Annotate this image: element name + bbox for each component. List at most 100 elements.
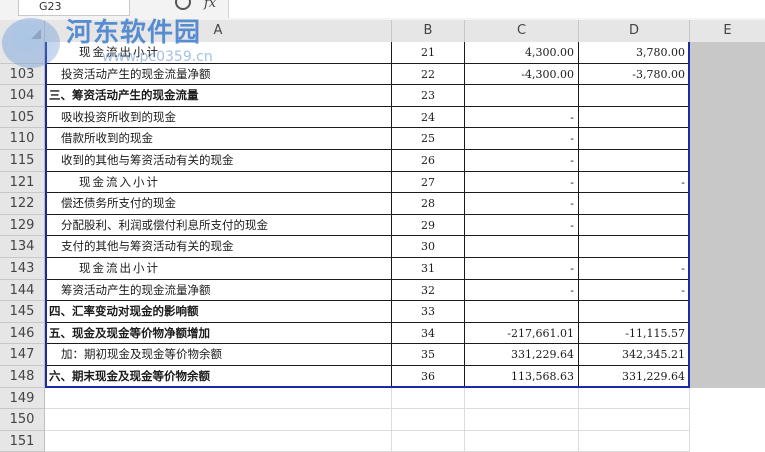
column-header-b[interactable]: B: [392, 20, 465, 42]
cell-empty[interactable]: [392, 409, 465, 431]
cell-current-amount[interactable]: [465, 85, 579, 107]
row-header[interactable]: 115: [0, 150, 45, 172]
cell-item[interactable]: 六、期末现金及现金等价物余额: [45, 366, 392, 388]
cell-prior-amount[interactable]: [579, 85, 690, 107]
cell-prior-amount[interactable]: [579, 236, 690, 258]
cell-e[interactable]: [690, 301, 765, 323]
cell-line-no[interactable]: 29: [392, 214, 465, 237]
cell-line-no[interactable]: 24: [392, 106, 465, 129]
cell-empty[interactable]: [465, 387, 579, 410]
cell-line-no[interactable]: 36: [392, 366, 465, 388]
cell-e[interactable]: [690, 150, 765, 172]
cell-e[interactable]: [690, 63, 765, 86]
cell-current-amount[interactable]: -: [465, 258, 579, 280]
cell-line-no[interactable]: 34: [392, 322, 465, 345]
cell-e[interactable]: [690, 366, 765, 388]
cell-e[interactable]: [690, 258, 765, 280]
cell-current-amount[interactable]: -: [465, 279, 579, 302]
cell-empty[interactable]: [690, 409, 765, 431]
cell-current-amount[interactable]: -: [465, 106, 579, 129]
cell-empty[interactable]: [690, 430, 765, 452]
column-header-d[interactable]: D: [579, 20, 690, 42]
cell-item[interactable]: 投资活动产生的现金流量净额: [45, 63, 392, 86]
cell-empty[interactable]: [392, 387, 465, 410]
cell-prior-amount[interactable]: -3,780.00: [579, 63, 690, 86]
row-header[interactable]: 105: [0, 106, 45, 129]
cell-empty[interactable]: [45, 409, 392, 431]
search-icon[interactable]: [175, 0, 191, 10]
cell-empty[interactable]: [579, 430, 690, 452]
row-header[interactable]: 151: [0, 430, 45, 452]
cell-e[interactable]: [690, 42, 765, 64]
row-header[interactable]: 145: [0, 301, 45, 323]
row-header[interactable]: 143: [0, 258, 45, 280]
row-header[interactable]: 150: [0, 409, 45, 431]
row-header[interactable]: 122: [0, 193, 45, 215]
cell-prior-amount[interactable]: -: [579, 171, 690, 194]
cell-current-amount[interactable]: -: [465, 150, 579, 172]
cell-empty[interactable]: [579, 409, 690, 431]
cell-e[interactable]: [690, 171, 765, 194]
cell-current-amount[interactable]: [465, 301, 579, 323]
cell-item[interactable]: 三、筹资活动产生的现金流量: [45, 85, 392, 107]
cell-item[interactable]: 加：期初现金及现金等价物余额: [45, 344, 392, 366]
cell-item[interactable]: 四、汇率变动对现金的影响额: [45, 301, 392, 323]
cell-line-no[interactable]: 30: [392, 236, 465, 258]
column-header-e[interactable]: E: [690, 20, 765, 42]
cell-current-amount[interactable]: -: [465, 171, 579, 194]
cell-line-no[interactable]: 31: [392, 258, 465, 280]
cell-current-amount[interactable]: -217,661.01: [465, 322, 579, 345]
cell-prior-amount[interactable]: [579, 128, 690, 150]
cell-prior-amount[interactable]: [579, 193, 690, 215]
row-header[interactable]: 144: [0, 279, 45, 302]
cell-prior-amount[interactable]: [579, 214, 690, 237]
row-header[interactable]: 149: [0, 387, 45, 410]
cell-empty[interactable]: [45, 430, 392, 452]
cell-empty[interactable]: [579, 387, 690, 410]
cell-line-no[interactable]: 32: [392, 279, 465, 302]
cell-line-no[interactable]: 23: [392, 85, 465, 107]
cell-item[interactable]: 支付的其他与筹资活动有关的现金: [45, 236, 392, 258]
cell-e[interactable]: [690, 236, 765, 258]
formula-input[interactable]: [228, 0, 765, 18]
cell-prior-amount[interactable]: -11,115.57: [579, 322, 690, 345]
cell-line-no[interactable]: 27: [392, 171, 465, 194]
row-header[interactable]: 103: [0, 63, 45, 86]
cell-item[interactable]: 五、现金及现金等价物净额增加: [45, 322, 392, 345]
row-header[interactable]: 146: [0, 322, 45, 345]
cell-item[interactable]: 现金流入小计: [45, 171, 392, 194]
cell-item[interactable]: 收到的其他与筹资活动有关的现金: [45, 150, 392, 172]
cell-line-no[interactable]: 28: [392, 193, 465, 215]
cell-item[interactable]: 偿还债务所支付的现金: [45, 193, 392, 215]
cell-line-no[interactable]: 26: [392, 150, 465, 172]
cell-e[interactable]: [690, 128, 765, 150]
cell-prior-amount[interactable]: 331,229.64: [579, 366, 690, 388]
cell-current-amount[interactable]: -: [465, 128, 579, 150]
cell-prior-amount[interactable]: [579, 150, 690, 172]
cell-line-no[interactable]: 22: [392, 63, 465, 86]
fx-label[interactable]: fx: [204, 0, 216, 11]
cell-e[interactable]: [690, 193, 765, 215]
cell-item[interactable]: 借款所收到的现金: [45, 128, 392, 150]
cell-prior-amount[interactable]: -: [579, 258, 690, 280]
cell-prior-amount[interactable]: 342,345.21: [579, 344, 690, 366]
cell-e[interactable]: [690, 279, 765, 302]
cell-item[interactable]: 筹资活动产生的现金流量净额: [45, 279, 392, 302]
cell-item[interactable]: 分配股利、利润或偿付利息所支付的现金: [45, 214, 392, 237]
cell-current-amount[interactable]: [465, 236, 579, 258]
cell-line-no[interactable]: 33: [392, 301, 465, 323]
cell-item[interactable]: 现金流出小计: [45, 258, 392, 280]
cell-empty[interactable]: [45, 387, 392, 410]
cell-prior-amount[interactable]: [579, 106, 690, 129]
cell-empty[interactable]: [465, 430, 579, 452]
row-header[interactable]: 110: [0, 128, 45, 150]
cell-prior-amount[interactable]: -: [579, 279, 690, 302]
cell-current-amount[interactable]: -4,300.00: [465, 63, 579, 86]
cell-item[interactable]: 吸收投资所收到的现金: [45, 106, 392, 129]
cell-e[interactable]: [690, 322, 765, 345]
cell-current-amount[interactable]: -: [465, 214, 579, 237]
cell-e[interactable]: [690, 214, 765, 237]
name-box[interactable]: G23: [18, 0, 130, 16]
column-header-c[interactable]: C: [465, 20, 579, 42]
row-header[interactable]: 104: [0, 85, 45, 107]
